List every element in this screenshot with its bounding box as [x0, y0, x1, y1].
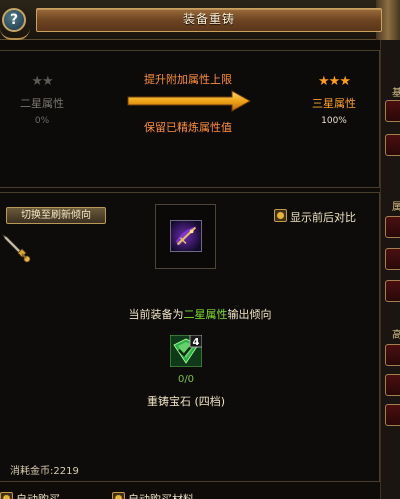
- side-label-high: 高: [392, 330, 400, 341]
- side-label-attr: 属: [392, 202, 400, 213]
- equipment-tendency-text: 当前装备为二星属性输出倾向: [80, 306, 320, 322]
- side-button-6[interactable]: [385, 344, 400, 366]
- tendency-highlight: 二星属性: [183, 308, 228, 321]
- side-button-7[interactable]: [385, 374, 400, 396]
- two-star-percent: 0%: [34, 116, 50, 126]
- auto-buy-checkbox-2[interactable]: [112, 492, 125, 499]
- switch-tendency-button[interactable]: 切换至刷新倾向: [6, 207, 106, 224]
- upgrade-benefit-2: 保留已精炼属性值: [144, 121, 232, 134]
- two-star-icon: ★★: [31, 74, 53, 89]
- help-button[interactable]: ?: [2, 8, 26, 32]
- three-star-label: 三星属性: [312, 97, 356, 110]
- compare-toggle[interactable]: 显示前后对比: [274, 209, 374, 224]
- side-button-4[interactable]: [385, 248, 400, 270]
- side-label-base: 基: [392, 88, 400, 99]
- auto-buy-checkbox-1[interactable]: [0, 492, 13, 499]
- bottom-options: 自动购买… 自动购买材料: [0, 488, 380, 499]
- two-star-label: 二星属性: [20, 97, 64, 110]
- gem-tier-badge: 4: [193, 337, 200, 348]
- window-title: 装备重铸: [182, 12, 235, 26]
- tendency-prefix: 当前装备为: [128, 308, 184, 321]
- weapon-item-icon[interactable]: [170, 220, 202, 252]
- compare-checkbox[interactable]: [274, 209, 287, 222]
- gem-count: 0/0: [177, 374, 195, 385]
- sword-cursor-icon: [2, 234, 31, 263]
- side-button-3[interactable]: [385, 216, 400, 238]
- arrow-right-icon: [127, 90, 252, 112]
- side-button-8[interactable]: [385, 404, 400, 426]
- gem-name: 重铸宝石 (四档): [146, 395, 226, 408]
- auto-buy-label-2: 自动购买材料: [128, 491, 194, 499]
- side-button-1[interactable]: [385, 100, 400, 122]
- reforge-gem-icon[interactable]: 4: [170, 335, 202, 367]
- three-star-percent: 100%: [321, 116, 347, 126]
- upgrade-benefit-1: 提升附加属性上限: [144, 73, 232, 86]
- compare-label: 显示前后对比: [290, 211, 356, 224]
- three-star-icon: ★★★: [318, 74, 351, 89]
- auto-buy-label-1: 自动购买…: [16, 491, 71, 499]
- side-button-5[interactable]: [385, 280, 400, 302]
- tendency-suffix: 输出倾向: [227, 308, 272, 321]
- gold-cost: 消耗金币:2219: [10, 466, 79, 477]
- side-button-2[interactable]: [385, 134, 400, 156]
